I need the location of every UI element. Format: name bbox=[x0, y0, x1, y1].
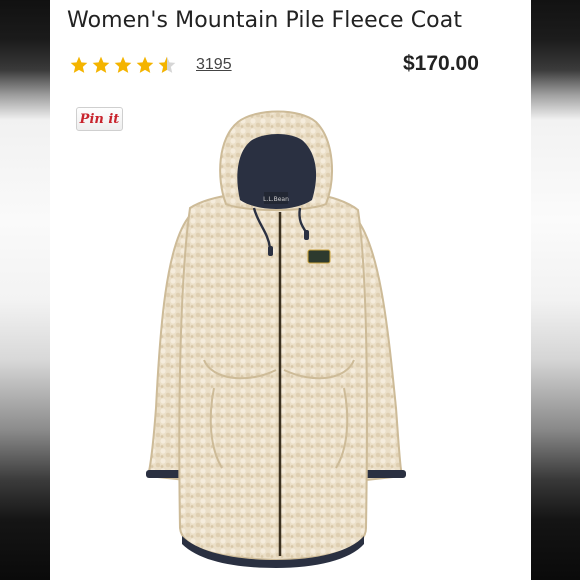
product-card: Women's Mountain Pile Fleece Coat 3195 $… bbox=[50, 0, 531, 580]
star-icon bbox=[136, 56, 154, 73]
review-count-link[interactable]: 3195 bbox=[196, 56, 232, 74]
right-blur-border bbox=[531, 0, 580, 580]
pin-it-label: Pin it bbox=[79, 111, 120, 127]
half-star-icon bbox=[158, 56, 176, 73]
rating-row[interactable]: 3195 bbox=[69, 52, 232, 78]
pinterest-pin-button[interactable]: Pin it bbox=[76, 107, 123, 131]
star-icon bbox=[92, 56, 110, 73]
star-icon bbox=[70, 56, 88, 73]
star-rating bbox=[69, 55, 179, 75]
star-icon bbox=[114, 56, 132, 73]
left-blur-border bbox=[0, 0, 50, 580]
svg-text:L.L.Bean: L.L.Bean bbox=[263, 196, 289, 203]
product-price: $170.00 bbox=[403, 52, 479, 75]
product-title: Women's Mountain Pile Fleece Coat bbox=[67, 8, 463, 33]
product-image[interactable]: L.L.Bean bbox=[130, 108, 450, 580]
